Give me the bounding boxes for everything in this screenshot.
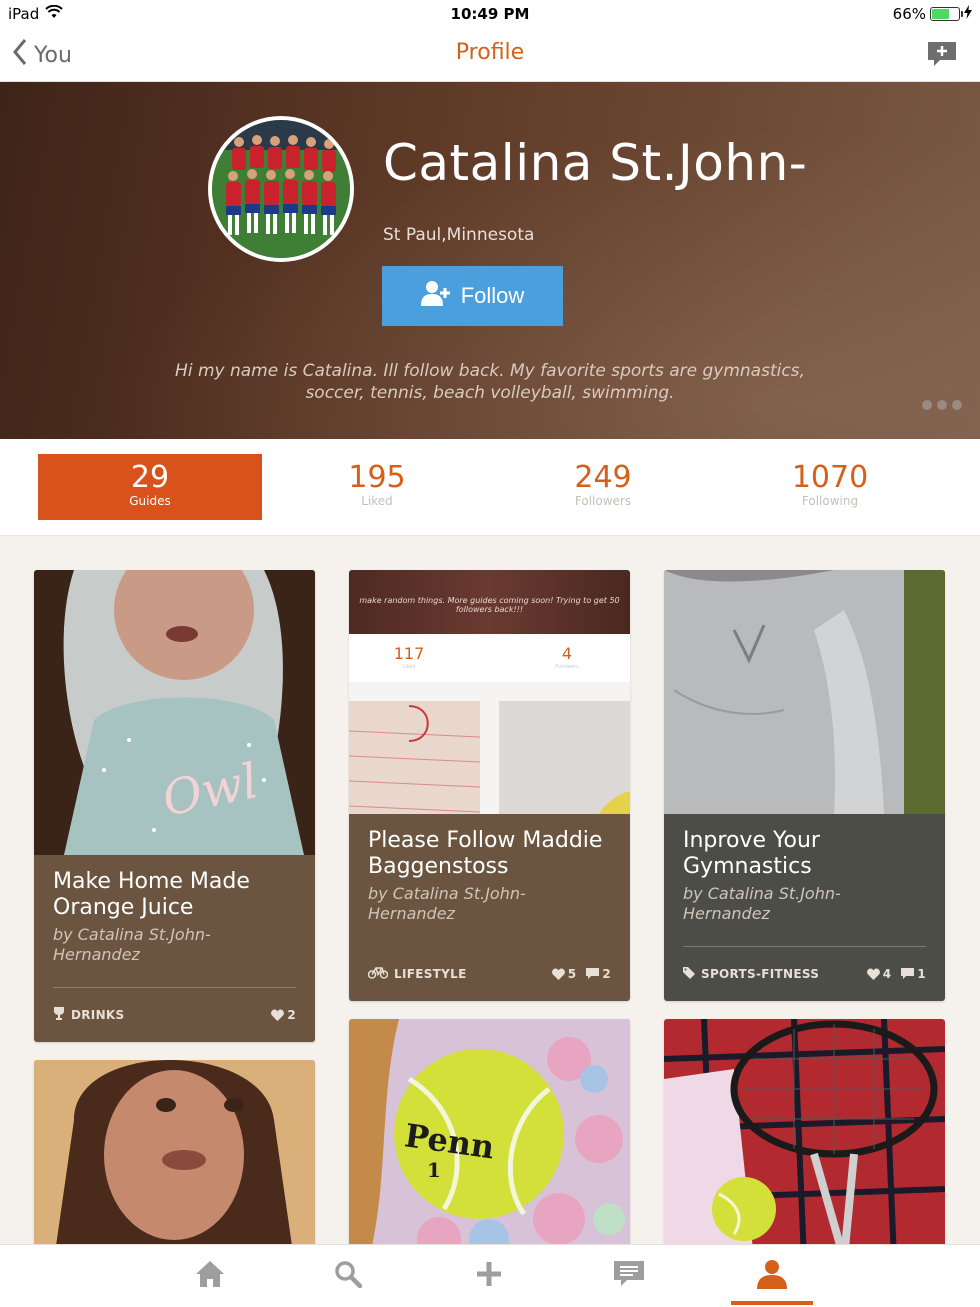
guide-thumbnail: Owl: [34, 570, 315, 855]
profile-page: iPad 10:49 PM 66% You Profile Catalina S…: [0, 0, 980, 1307]
profile-bio: Hi my name is Catalina. Ill follow back.…: [175, 361, 805, 403]
page-title: Profile: [455, 40, 525, 65]
guide-category: DRINKS: [71, 1008, 125, 1022]
like-count: 5: [551, 967, 577, 981]
profile-location: St Paul,Minnesota: [383, 225, 535, 245]
new-message-button[interactable]: [926, 40, 958, 72]
more-dots-icon: [922, 400, 932, 410]
stat-label: Guides: [129, 494, 171, 508]
bicycle-icon: [367, 966, 389, 982]
ball-number: 1: [427, 1158, 441, 1182]
stat-value: 195: [348, 460, 406, 495]
tab-home[interactable]: [190, 1259, 230, 1293]
comment-value: 1: [917, 967, 926, 981]
thumb-followers: 4: [561, 644, 573, 663]
thumb-stats: 117 Liked 4 Followers: [349, 634, 630, 682]
stat-value: 29: [130, 460, 170, 495]
status-time: 10:49 PM: [450, 5, 530, 23]
avatar: [208, 116, 354, 262]
more-options-button[interactable]: [922, 400, 962, 410]
stat-liked[interactable]: 195 Liked: [265, 454, 489, 520]
stat-guides[interactable]: 29 Guides: [38, 454, 262, 520]
like-value: 4: [882, 967, 892, 981]
comment-value: 2: [602, 967, 611, 981]
guide-title: Inprove Your Gymnastics: [683, 828, 820, 879]
tab-messages[interactable]: [609, 1259, 649, 1293]
stat-following[interactable]: 1070 Following: [718, 454, 942, 520]
stat-label: Liked: [361, 494, 393, 508]
guide-card[interactable]: Inprove Your Gymnastics by Catalina St.J…: [664, 570, 945, 1001]
tag-icon: [683, 966, 695, 982]
home-icon: [195, 1260, 225, 1292]
profile-stats: 29 Guides 195 Liked 249 Followers 1070 F…: [0, 439, 980, 536]
like-value: 2: [287, 1008, 296, 1022]
plus-icon: [475, 1260, 503, 1292]
guide-author: by Catalina St.John-Hernandez: [368, 884, 526, 923]
stat-value: 1070: [791, 460, 869, 495]
user-icon: [756, 1259, 788, 1293]
chat-icon: [613, 1260, 645, 1292]
thumb-followers-label: Followers: [555, 664, 579, 670]
guide-author: by Catalina St.John-Hernandez: [53, 925, 211, 964]
tab-bar: [0, 1244, 980, 1307]
guide-author: by Catalina St.John-Hernandez: [683, 884, 841, 923]
like-count: 4: [866, 967, 892, 981]
guides-grid: Owl Make Home Made Orange Juice by Catal…: [0, 536, 980, 1246]
guide-card[interactable]: Penn 1: [349, 1019, 630, 1246]
thumb-tile: [499, 701, 630, 814]
guide-thumbnail: Penn 1: [349, 1019, 630, 1246]
like-value: 5: [567, 967, 577, 981]
follow-label: Follow: [460, 283, 525, 308]
like-count: 2: [271, 1008, 296, 1022]
trophy-icon: [53, 1007, 65, 1023]
thumb-text: make random things. More guides coming s…: [359, 596, 620, 614]
tab-search[interactable]: [328, 1259, 368, 1293]
guide-card[interactable]: [34, 1060, 315, 1246]
guide-thumbnail: [664, 1019, 945, 1246]
tab-profile[interactable]: [752, 1259, 792, 1293]
guide-card[interactable]: Owl Make Home Made Orange Juice by Catal…: [34, 570, 315, 1042]
stat-label: Following: [801, 494, 859, 508]
guide-thumbnail: make random things. More guides coming s…: [349, 570, 630, 814]
tab-create[interactable]: [469, 1259, 509, 1293]
nav-bar: You Profile: [0, 28, 980, 82]
battery-percent: 66%: [892, 5, 926, 23]
guide-title: Please Follow Maddie Baggenstoss: [368, 828, 603, 879]
guide-category: LIFESTYLE: [394, 967, 467, 981]
chat-plus-icon: [926, 42, 958, 72]
guide-thumbnail: [34, 1060, 315, 1246]
profile-header: Catalina St.John- St Paul,Minnesota Foll…: [0, 82, 980, 439]
guide-thumbnail: [664, 570, 945, 814]
thumb-tile: [349, 701, 481, 814]
more-dot: [952, 400, 962, 410]
status-bar: iPad 10:49 PM 66%: [0, 0, 980, 28]
active-tab-indicator: [731, 1301, 813, 1305]
thumb-header: make random things. More guides coming s…: [349, 570, 630, 634]
thumb-liked-label: Liked: [402, 664, 416, 670]
stat-value: 249: [574, 460, 632, 495]
search-icon: [334, 1260, 363, 1292]
charging-icon: [964, 5, 972, 23]
guide-category: SPORTS-FITNESS: [701, 967, 820, 981]
battery-icon: [930, 7, 963, 21]
thumb-liked: 117: [393, 644, 425, 663]
comment-count: 1: [901, 967, 926, 981]
add-user-icon: [420, 280, 451, 312]
guide-card[interactable]: make random things. More guides coming s…: [349, 570, 630, 1001]
more-dot: [937, 400, 947, 410]
follow-button[interactable]: Follow: [382, 266, 563, 326]
stat-label: Followers: [574, 494, 632, 508]
profile-name: Catalina St.John-: [383, 134, 808, 192]
stat-followers[interactable]: 249 Followers: [491, 454, 715, 520]
guide-title: Make Home Made Orange Juice: [53, 869, 250, 920]
comment-count: 2: [586, 967, 611, 981]
guide-card[interactable]: [664, 1019, 945, 1246]
